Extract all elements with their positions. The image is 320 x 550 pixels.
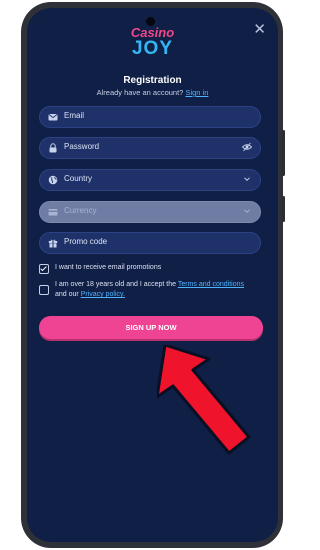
globe-icon bbox=[48, 175, 58, 185]
signin-prompt-text: Already have an account? bbox=[96, 88, 184, 97]
country-label: Country bbox=[64, 174, 93, 183]
app-screen: ✕ Casino JOY Registration Already have a… bbox=[27, 8, 278, 542]
arrow-up-icon bbox=[157, 345, 251, 455]
email-label: Email bbox=[64, 111, 85, 120]
lock-icon bbox=[49, 143, 57, 153]
currency-label: Currency bbox=[64, 206, 97, 215]
terms-checkbox[interactable] bbox=[39, 285, 49, 295]
chevron-down-icon bbox=[244, 177, 250, 182]
phone-side-button bbox=[282, 196, 285, 222]
casino-joy-logo: Casino JOY bbox=[27, 25, 278, 70]
terms-text-a: I am over 18 years old and I accept the bbox=[55, 281, 177, 288]
eye-off-icon[interactable] bbox=[242, 142, 252, 152]
privacy-policy-link[interactable]: Privacy policy. bbox=[81, 291, 125, 298]
terms-text-b: and our bbox=[55, 291, 79, 298]
chevron-down-icon bbox=[244, 209, 250, 214]
promo-code-label: Promo code bbox=[64, 237, 108, 246]
password-label: Password bbox=[64, 142, 100, 151]
signin-prompt: Already have an account? Sign in bbox=[27, 88, 278, 97]
promo-code-field[interactable]: Promo code bbox=[39, 232, 261, 254]
currency-select[interactable]: Currency bbox=[39, 201, 261, 223]
sign-up-button[interactable]: SIGN UP NOW bbox=[39, 316, 263, 339]
mail-icon bbox=[48, 114, 58, 121]
country-select[interactable]: Country bbox=[39, 169, 261, 191]
phone-side-button bbox=[282, 130, 285, 176]
email-promotions-checkbox[interactable] bbox=[39, 264, 49, 274]
terms-label: I am over 18 years old and I accept the … bbox=[55, 280, 265, 300]
email-field[interactable]: Email bbox=[39, 106, 261, 128]
gift-icon bbox=[48, 239, 58, 248]
terms-link[interactable]: Terms and conditions bbox=[178, 281, 244, 288]
password-field[interactable]: Password bbox=[39, 137, 261, 159]
page-title: Registration bbox=[123, 75, 182, 86]
logo-joy-text: JOY bbox=[131, 38, 174, 59]
email-promotions-label: I want to receive email promotions bbox=[55, 264, 162, 271]
signin-link[interactable]: Sign in bbox=[185, 88, 208, 97]
card-icon bbox=[48, 209, 58, 216]
